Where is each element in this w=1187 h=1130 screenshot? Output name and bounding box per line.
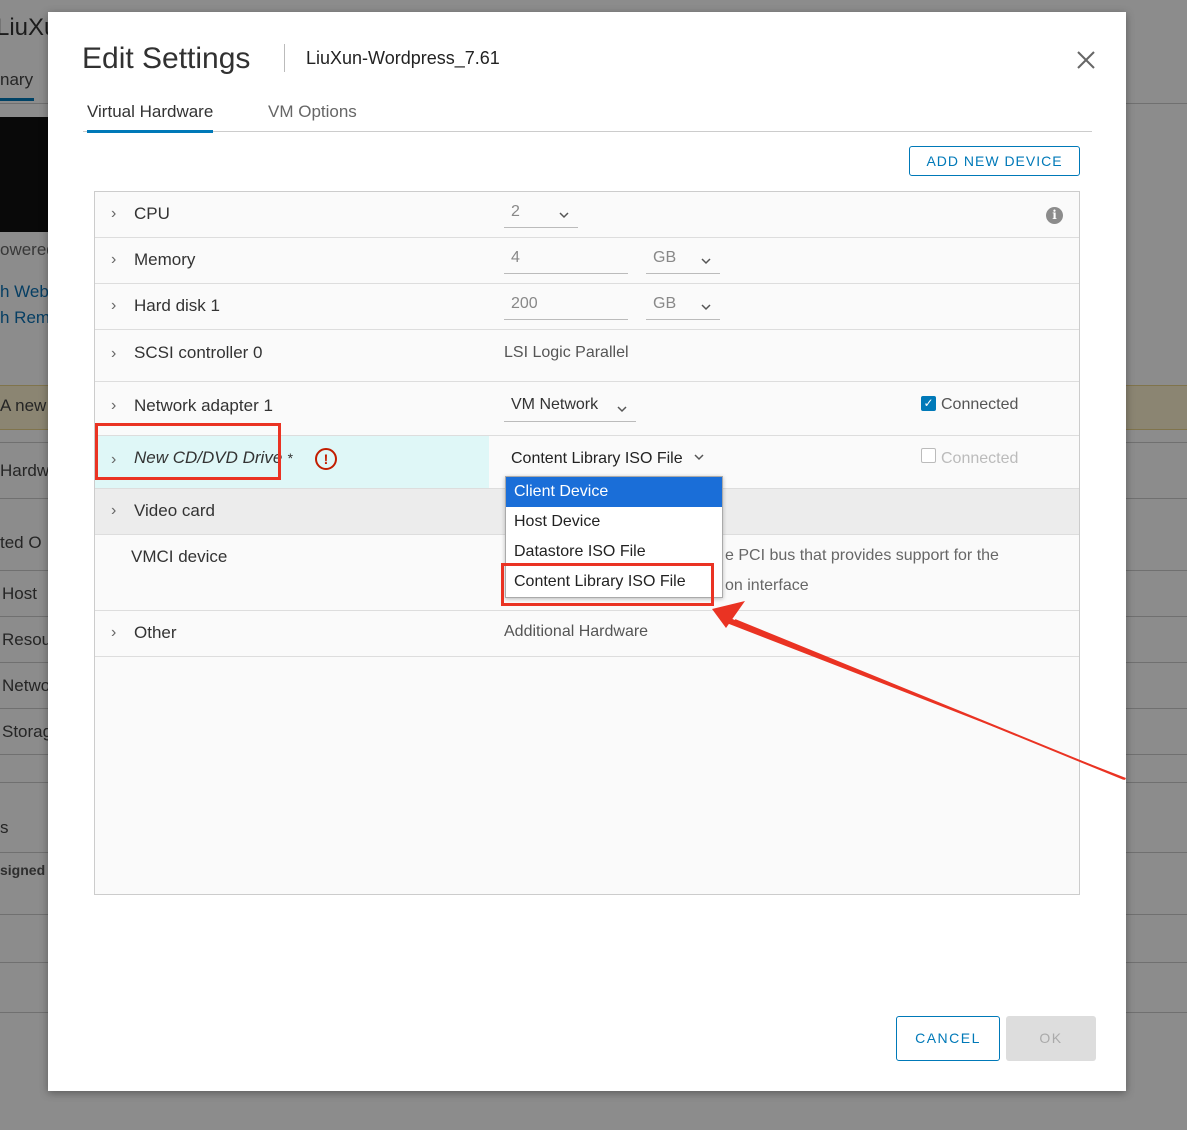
chevron-right-icon[interactable]: › — [111, 297, 116, 315]
chevron-right-icon[interactable]: › — [111, 397, 116, 415]
memory-unit: GB — [653, 249, 677, 266]
memory-input[interactable]: 4 — [504, 249, 628, 274]
cd-dvd-media-select[interactable]: Content Library ISO File — [511, 450, 705, 468]
error-icon: ! — [315, 448, 337, 470]
title-separator — [284, 44, 285, 72]
memory-value: 4 — [511, 249, 520, 266]
other-value: Additional Hardware — [504, 623, 649, 640]
network-connected-checkbox[interactable]: ✓ — [921, 396, 936, 411]
vm-name: LiuXun-Wordpress_7.61 — [306, 48, 500, 68]
network-connected-label: Connected — [941, 396, 1019, 413]
hard-disk-unit: GB — [653, 295, 677, 312]
chevron-right-icon[interactable]: › — [111, 205, 116, 223]
hard-disk-unit-select[interactable]: GB — [646, 295, 720, 320]
tab-vm-options[interactable]: VM Options — [268, 102, 357, 130]
vmci-label: VMCI device — [131, 547, 228, 566]
close-icon[interactable] — [1074, 48, 1098, 72]
hardware-row-scsi-controller[interactable]: › SCSI controller 0 LSI Logic Parallel — [95, 330, 1079, 382]
hard-disk-input[interactable]: 200 — [504, 295, 628, 320]
cpu-value: 2 — [511, 203, 520, 220]
cd-dvd-media-value: Content Library ISO File — [511, 450, 683, 467]
chevron-down-icon — [701, 304, 711, 311]
dialog-title: Edit Settings — [82, 42, 251, 75]
network-select[interactable]: VM Network — [504, 396, 636, 422]
hardware-row-memory[interactable]: › Memory 4 GB — [95, 238, 1079, 284]
info-icon[interactable]: i — [1046, 207, 1063, 224]
scsi-value: LSI Logic Parallel — [504, 344, 629, 361]
chevron-down-icon — [617, 406, 627, 413]
hardware-row-other[interactable]: › Other Additional Hardware — [95, 611, 1079, 657]
ok-button: OK — [1006, 1016, 1096, 1061]
vmci-description-line2: on interface — [725, 577, 809, 594]
chevron-right-icon[interactable]: › — [111, 251, 116, 269]
settings-tabs: Virtual Hardware VM Options — [83, 98, 1092, 133]
other-label: Other — [134, 623, 177, 642]
scsi-label: SCSI controller 0 — [134, 343, 263, 362]
chevron-right-icon[interactable]: › — [111, 502, 116, 520]
dropdown-option-client-device[interactable]: Client Device — [506, 477, 722, 507]
cpu-label: CPU — [134, 204, 170, 223]
vmci-description-line1: e PCI bus that provides support for the — [725, 547, 999, 564]
cpu-select[interactable]: 2 — [504, 203, 578, 228]
dropdown-option-host-device[interactable]: Host Device — [506, 507, 722, 537]
network-value: VM Network — [511, 396, 599, 413]
annotation-box-cd-dvd — [95, 423, 281, 480]
required-mark: * — [287, 450, 293, 466]
chevron-down-icon — [559, 212, 569, 219]
annotation-box-content-library — [501, 563, 714, 606]
memory-label: Memory — [134, 250, 196, 269]
hardware-row-cpu[interactable]: › CPU 2 i — [95, 192, 1079, 238]
chevron-right-icon[interactable]: › — [111, 345, 116, 363]
hard-disk-value: 200 — [511, 295, 538, 312]
memory-unit-select[interactable]: GB — [646, 249, 720, 274]
add-new-device-button[interactable]: ADD NEW DEVICE — [909, 146, 1080, 176]
hard-disk-label: Hard disk 1 — [134, 296, 220, 315]
chevron-right-icon[interactable]: › — [111, 624, 116, 642]
cancel-button[interactable]: CANCEL — [896, 1016, 1000, 1061]
chevron-down-icon — [701, 258, 711, 265]
chevron-down-icon — [694, 454, 704, 461]
hardware-row-hard-disk[interactable]: › Hard disk 1 200 GB — [95, 284, 1079, 330]
cd-dvd-connected-label: Connected — [941, 450, 1019, 467]
cd-dvd-connected-checkbox[interactable] — [921, 448, 936, 463]
tab-virtual-hardware[interactable]: Virtual Hardware — [87, 102, 214, 133]
video-card-label: Video card — [134, 501, 215, 520]
network-adapter-label: Network adapter 1 — [134, 396, 273, 415]
